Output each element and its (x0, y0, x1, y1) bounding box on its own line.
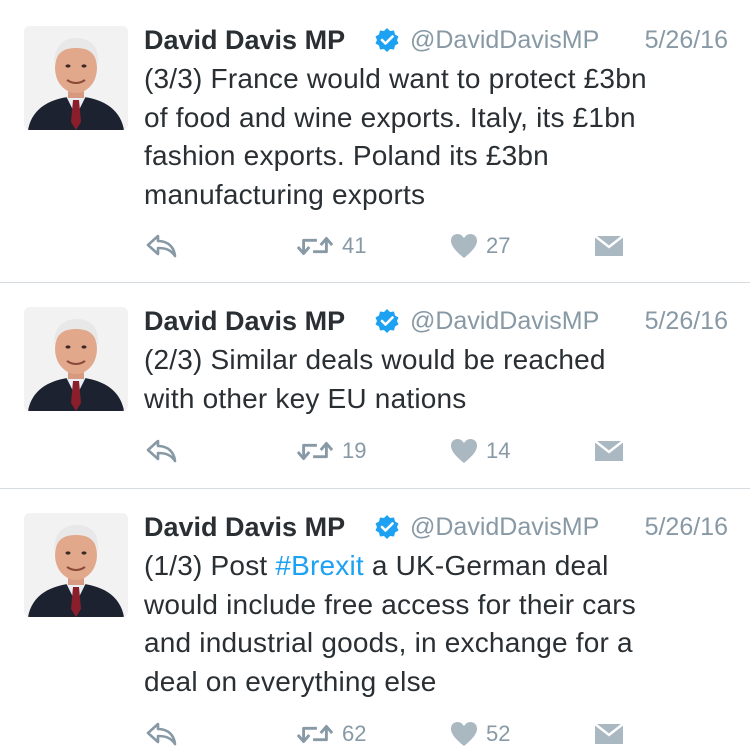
tweet-text-suffix: a UK-German deal (363, 550, 609, 581)
retweet-button[interactable]: 62 (296, 714, 366, 754)
avatar[interactable] (24, 513, 128, 617)
reply-button[interactable] (146, 226, 178, 266)
retweet-icon (296, 439, 334, 463)
verified-badge-icon (374, 27, 400, 53)
heart-icon (450, 438, 478, 464)
tweet-text: (2/3) Similar deals would be reached wit… (144, 341, 734, 418)
tweet-text-line: (2/3) Similar deals would be reached (144, 344, 606, 375)
tweet-date[interactable]: 5/26/16 (645, 303, 728, 339)
retweet-count: 41 (342, 233, 367, 258)
retweet-count: 19 (342, 438, 367, 463)
author-name[interactable]: David Davis MP (144, 509, 345, 545)
heart-icon (450, 233, 478, 259)
tweet-text: (3/3) France would want to protect £3bn … (144, 60, 734, 214)
author-name[interactable]: David Davis MP (144, 303, 345, 339)
tweet[interactable]: David Davis MP @DavidDavisMP 5/26/16 (1/… (0, 489, 750, 755)
tweet-actions: 62 52 (144, 714, 734, 754)
tweet-actions: 41 27 (144, 226, 734, 266)
tweet-text-line: (3/3) France would want to protect £3bn (144, 63, 647, 94)
hashtag-link[interactable]: #Brexit (275, 550, 364, 581)
reply-icon (146, 722, 178, 746)
envelope-icon (594, 439, 624, 463)
tweet-text-line: of food and wine exports. Italy, its £1b… (144, 101, 636, 133)
verified-badge-icon (374, 514, 400, 540)
tweet-header: David Davis MP @DavidDavisMP 5/26/16 (144, 509, 728, 545)
tweet-header: David Davis MP @DavidDavisMP 5/26/16 (144, 303, 728, 339)
heart-icon (450, 721, 478, 747)
verified-badge-icon (374, 308, 400, 334)
tweet[interactable]: David Davis MP @DavidDavisMP 5/26/16 (2/… (0, 283, 750, 487)
reply-icon (146, 439, 178, 463)
tweet-text-line: and industrial goods, in exchange for a (144, 627, 633, 658)
tweet-text-line: (1/3) Post #Brexit a UK-German deal (144, 547, 734, 586)
tweet[interactable]: David Davis MP @DavidDavisMP 5/26/16 (3/… (0, 0, 750, 282)
like-count: 14 (486, 438, 511, 463)
tweet-text-line: fashion exports. Poland its £3bn (144, 140, 549, 171)
tweet-date[interactable]: 5/26/16 (645, 22, 728, 58)
author-handle[interactable]: @DavidDavisMP (410, 22, 599, 58)
like-button[interactable]: 52 (450, 714, 510, 754)
envelope-icon (594, 722, 624, 746)
direct-message-button[interactable] (594, 714, 624, 754)
tweet-text-line: would include free access for their cars (144, 588, 636, 620)
tweet-text-line: deal on everything else (144, 665, 437, 697)
retweet-button[interactable]: 41 (296, 226, 366, 266)
avatar[interactable] (24, 26, 128, 130)
author-handle[interactable]: @DavidDavisMP (410, 509, 599, 545)
tweet-text: (1/3) Post #Brexit a UK-German deal woul… (144, 547, 734, 701)
author-name[interactable]: David Davis MP (144, 22, 345, 58)
reply-button[interactable] (146, 714, 178, 754)
tweet-date[interactable]: 5/26/16 (645, 509, 728, 545)
author-handle[interactable]: @DavidDavisMP (410, 303, 599, 339)
tweet-text-line: manufacturing exports (144, 178, 426, 210)
like-button[interactable]: 14 (450, 431, 510, 471)
like-count: 52 (486, 721, 511, 746)
direct-message-button[interactable] (594, 431, 624, 471)
reply-button[interactable] (146, 431, 178, 471)
retweet-icon (296, 722, 334, 746)
reply-icon (146, 234, 178, 258)
like-count: 27 (486, 233, 511, 258)
retweet-count: 62 (342, 721, 367, 746)
avatar[interactable] (24, 307, 128, 411)
tweet-text-line: with other key EU nations (144, 382, 467, 414)
retweet-icon (296, 234, 334, 258)
tweet-actions: 19 14 (144, 431, 734, 471)
tweet-header: David Davis MP @DavidDavisMP 5/26/16 (144, 22, 728, 58)
direct-message-button[interactable] (594, 226, 624, 266)
like-button[interactable]: 27 (450, 226, 510, 266)
tweet-text-prefix: (1/3) Post (144, 550, 276, 581)
envelope-icon (594, 234, 624, 258)
retweet-button[interactable]: 19 (296, 431, 366, 471)
